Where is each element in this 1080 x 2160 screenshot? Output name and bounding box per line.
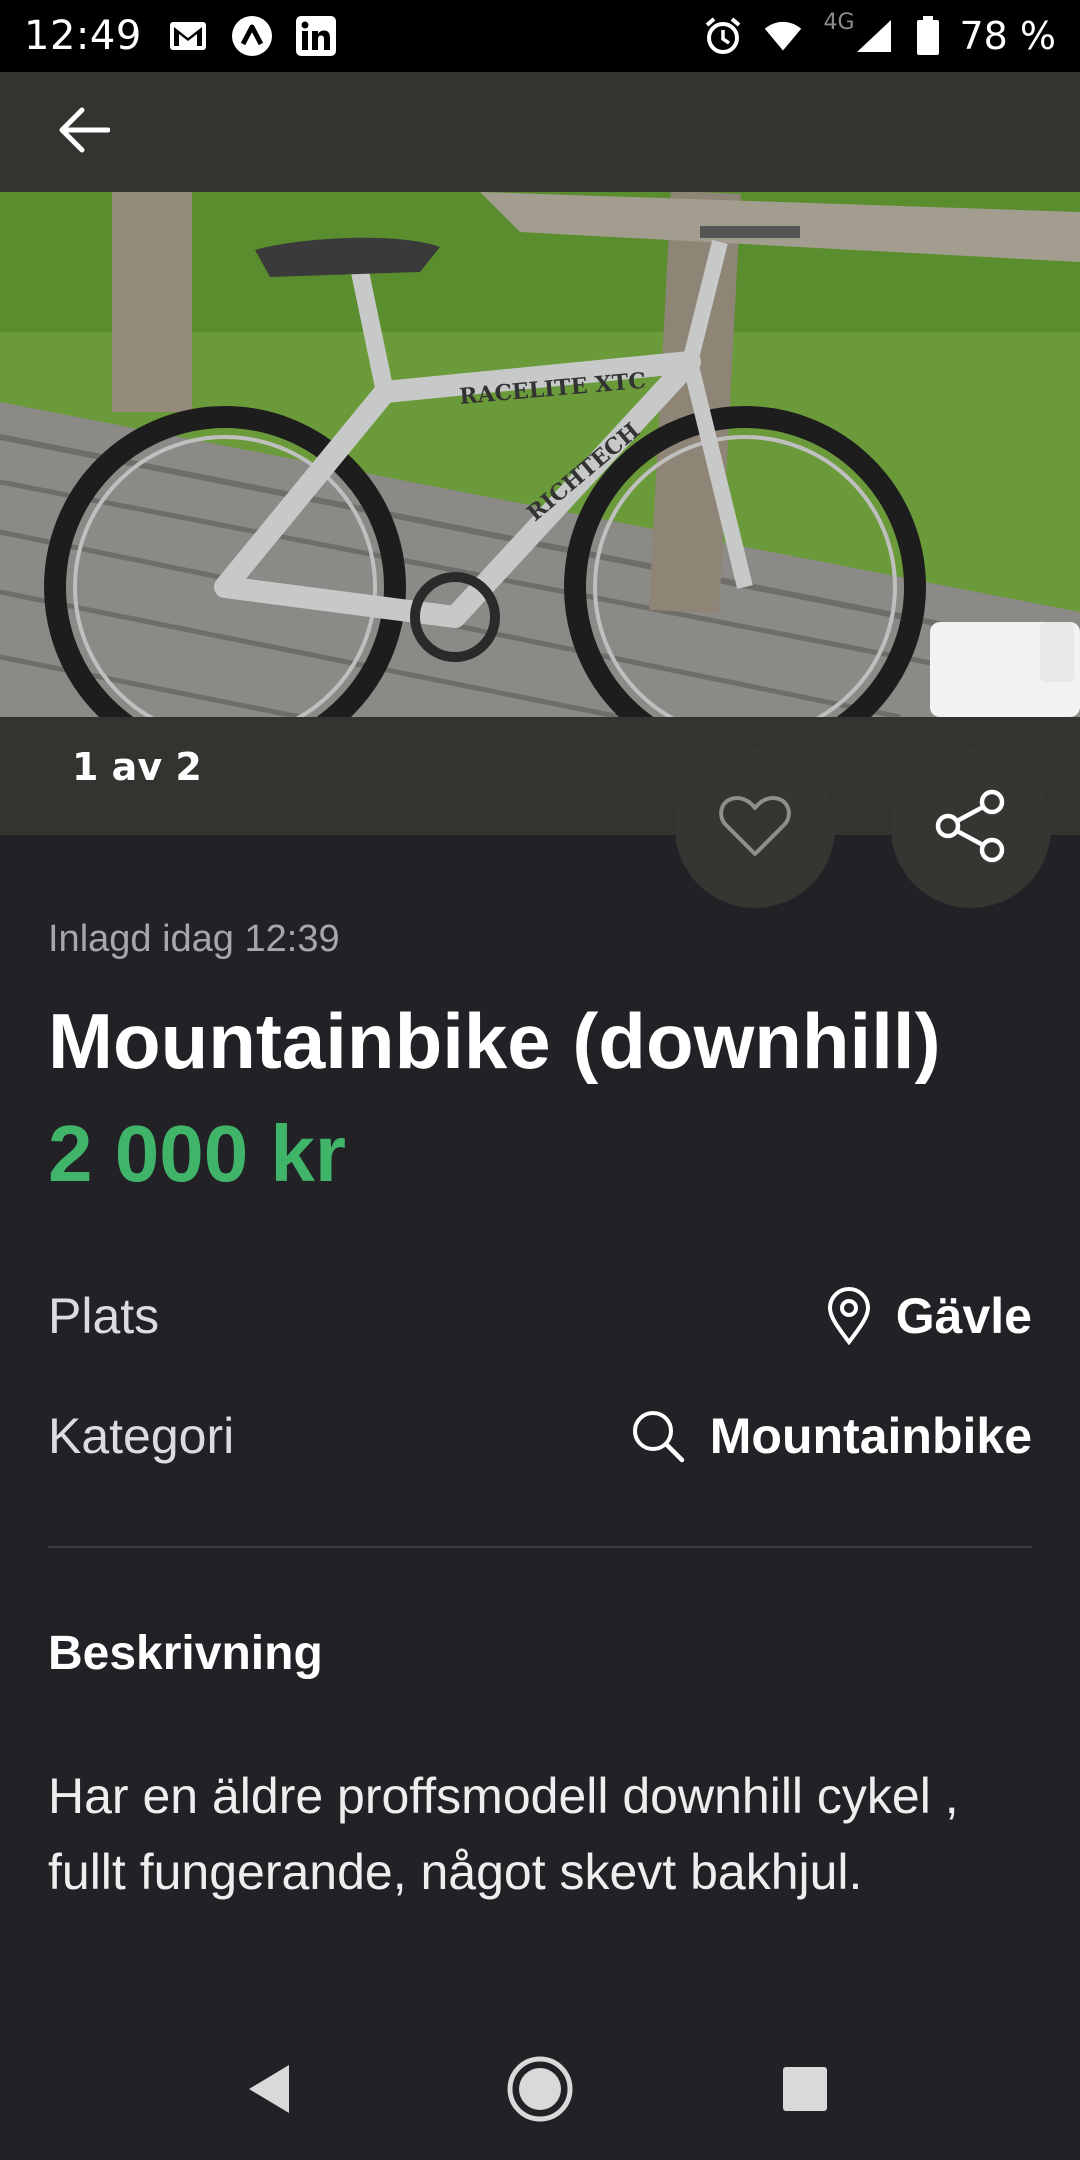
heart-icon bbox=[718, 794, 792, 862]
network-type: 4G bbox=[823, 10, 855, 35]
gmail-icon bbox=[168, 16, 208, 56]
place-value: Gävle bbox=[895, 1288, 1032, 1344]
favorite-button[interactable] bbox=[675, 748, 835, 908]
place-row: Plats Gävle bbox=[48, 1276, 1032, 1356]
alarm-icon bbox=[703, 16, 743, 56]
linkedin-icon bbox=[295, 16, 336, 56]
place-label: Plats bbox=[48, 1288, 160, 1344]
app-icon bbox=[231, 16, 272, 56]
location-pin-icon bbox=[826, 1287, 872, 1345]
app-bar bbox=[0, 72, 1080, 192]
listing-photo[interactable]: RACELITE XTC RICHTECH bbox=[0, 192, 1080, 717]
triangle-back-icon bbox=[245, 2063, 293, 2119]
divider bbox=[48, 1546, 1032, 1548]
share-icon bbox=[933, 789, 1009, 867]
nav-home-button[interactable] bbox=[505, 2056, 575, 2126]
image-counter: 1 av 2 bbox=[72, 745, 202, 789]
listing-price: 2 000 kr bbox=[48, 1109, 347, 1198]
share-button[interactable] bbox=[891, 748, 1051, 908]
arrow-left-icon bbox=[58, 107, 111, 157]
category-label: Kategori bbox=[48, 1408, 235, 1464]
circle-home-icon bbox=[506, 2055, 574, 2127]
category-link[interactable]: Mountainbike bbox=[630, 1407, 1032, 1465]
category-row: Kategori Mountainbike bbox=[48, 1396, 1032, 1476]
back-button[interactable] bbox=[52, 102, 116, 162]
search-icon bbox=[630, 1408, 686, 1464]
battery-percent: 78 % bbox=[959, 14, 1056, 58]
status-time: 12:49 bbox=[24, 13, 142, 59]
signal-icon: 4G bbox=[823, 10, 893, 56]
description-heading: Beskrivning bbox=[48, 1627, 323, 1680]
posted-time: Inlagd idag 12:39 bbox=[48, 918, 340, 960]
listing-title: Mountainbike (downhill) bbox=[48, 997, 941, 1085]
description-text: Har en äldre proffsmodell downhill cykel… bbox=[48, 1768, 959, 1900]
place-link[interactable]: Gävle bbox=[826, 1287, 1032, 1345]
wifi-icon bbox=[763, 16, 803, 56]
square-recents-icon bbox=[781, 2065, 829, 2117]
nav-recents-button[interactable] bbox=[770, 2056, 840, 2126]
status-bar: 12:49 4G 78 % bbox=[0, 0, 1080, 72]
nav-back-button[interactable] bbox=[234, 2056, 304, 2126]
battery-icon bbox=[913, 16, 943, 56]
navigation-bar bbox=[0, 2016, 1080, 2160]
category-value: Mountainbike bbox=[709, 1408, 1032, 1464]
